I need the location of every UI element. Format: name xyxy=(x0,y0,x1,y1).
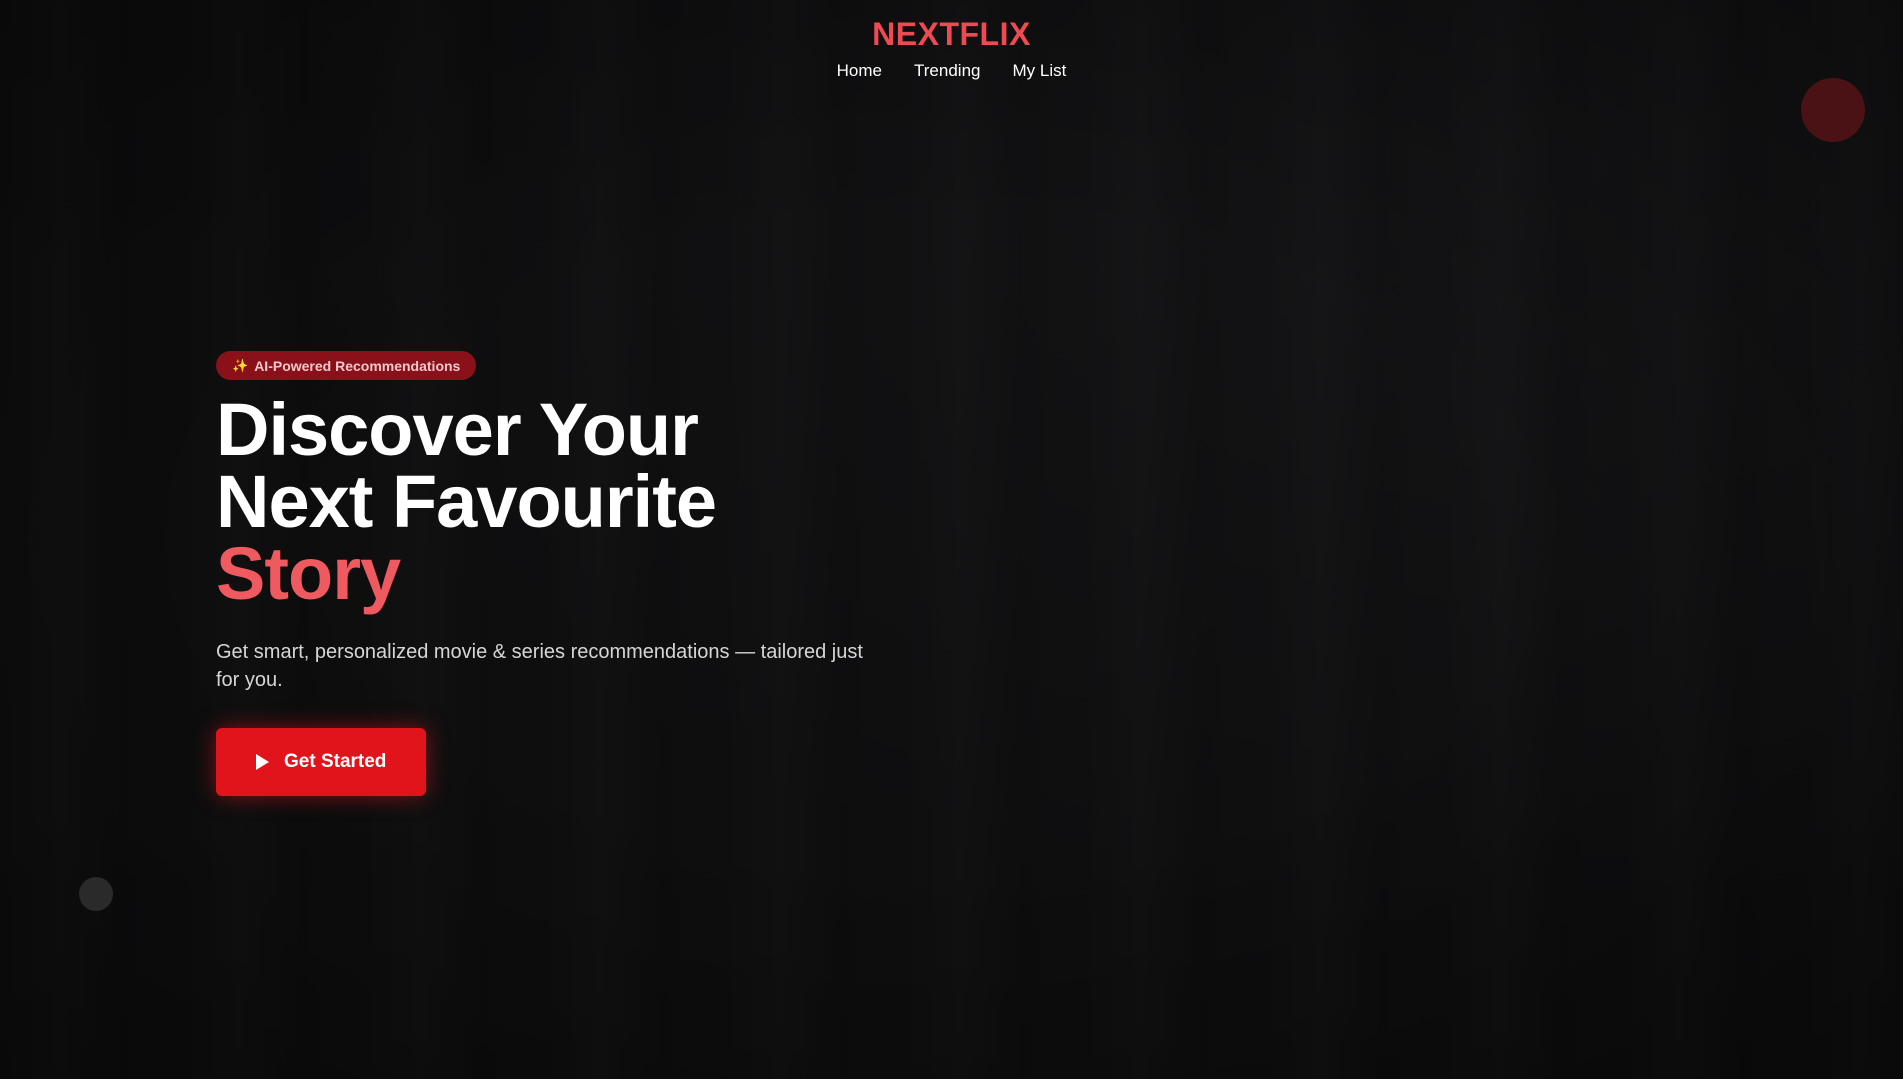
brand-logo[interactable]: NEXTFLIX xyxy=(872,16,1031,53)
nav-my-list[interactable]: My List xyxy=(1012,61,1066,81)
get-started-button[interactable]: Get Started xyxy=(216,728,426,796)
hero-title-accent: Story xyxy=(216,532,401,615)
landing-page: NEXTFLIX Home Trending My List ✨ AI-Powe… xyxy=(0,0,1903,1079)
main-nav: Home Trending My List xyxy=(837,61,1067,81)
sparkles-icon: ✨ xyxy=(232,357,249,373)
play-icon xyxy=(256,754,269,770)
hero-section: ✨ AI-Powered Recommendations Discover Yo… xyxy=(216,351,916,796)
site-header: NEXTFLIX Home Trending My List xyxy=(0,0,1903,100)
nav-home[interactable]: Home xyxy=(837,61,882,81)
decorative-red-circle xyxy=(1801,78,1865,142)
nav-trending[interactable]: Trending xyxy=(914,61,980,81)
get-started-label: Get Started xyxy=(284,751,387,772)
badge-label: AI-Powered Recommendations xyxy=(254,357,461,374)
hero-subtitle: Get smart, personalized movie & series r… xyxy=(216,641,863,691)
ai-badge: ✨ AI-Powered Recommendations xyxy=(216,351,477,380)
hero-title-line-2: Next Favourite xyxy=(216,460,717,543)
hero-title-line-1: Discover Your xyxy=(216,388,699,471)
decorative-grey-circle xyxy=(79,877,113,911)
hero-title: Discover Your Next Favourite Story xyxy=(216,388,916,615)
